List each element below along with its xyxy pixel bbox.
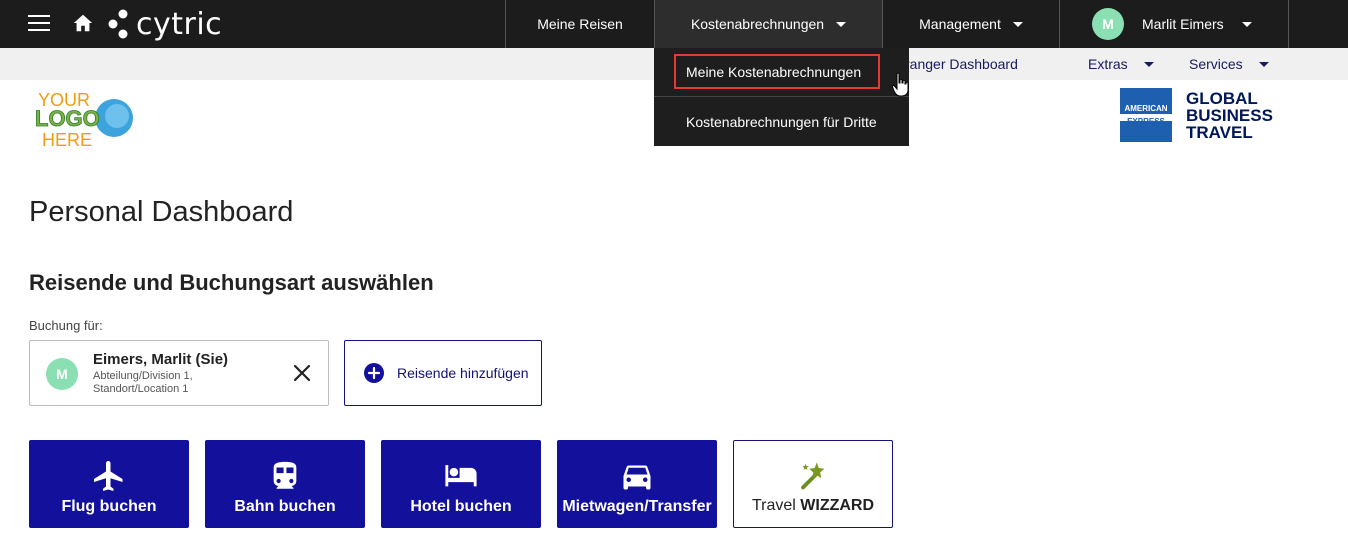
hand-cursor-icon xyxy=(892,72,909,97)
svg-text:LOGO: LOGO xyxy=(35,106,100,131)
train-icon xyxy=(273,461,297,489)
nav-management[interactable]: Management xyxy=(882,0,1059,48)
add-traveller-button[interactable]: Reisende hinzufügen xyxy=(344,340,542,406)
menu-item-label: Kostenabrechnungen für Dritte xyxy=(686,113,877,130)
travel-wizzard-label: Travel WIZZARD xyxy=(752,497,874,515)
traveller-details: Abteilung/Division 1, Standort/Location … xyxy=(93,370,193,396)
book-rail-tile[interactable]: Bahn buchen xyxy=(205,440,365,528)
plus-circle-icon xyxy=(364,363,384,383)
nav-meine-reisen[interactable]: Meine Reisen xyxy=(505,0,654,48)
chevron-down-icon xyxy=(1012,21,1023,27)
kostenabrechnungen-dropdown-menu: Meine Kostenabrechnungen Kostenabrechnun… xyxy=(654,48,909,146)
travel-wizzard-tile[interactable]: Travel WIZZARD xyxy=(733,440,893,528)
book-car-transfer-label: Mietwagen/Transfer xyxy=(562,498,712,515)
svg-text:HERE: HERE xyxy=(42,130,92,150)
svg-text:AMERICAN: AMERICAN xyxy=(1124,104,1167,113)
home-icon[interactable] xyxy=(72,12,94,34)
menu-item-label: Meine Kostenabrechnungen xyxy=(686,64,862,80)
chevron-down-icon xyxy=(1258,61,1269,67)
travel-wizzard-prefix: Travel xyxy=(751,497,796,514)
brand-name: cytric xyxy=(136,6,223,42)
svg-text:TRAVEL: TRAVEL xyxy=(1186,123,1253,142)
book-hotel-tile[interactable]: Hotel buchen xyxy=(381,440,541,528)
menu-item-meine-kostenabrechnungen[interactable]: Meine Kostenabrechnungen xyxy=(654,48,909,97)
car-icon xyxy=(623,465,651,490)
brand-logo[interactable]: cytric xyxy=(106,6,222,42)
nav-management-label: Management xyxy=(919,16,1001,32)
airplane-icon xyxy=(94,461,123,491)
book-flight-tile[interactable]: Flug buchen xyxy=(29,440,189,528)
nav-meine-reisen-label: Meine Reisen xyxy=(537,16,623,32)
booking-for-label: Buchung für: xyxy=(29,318,103,333)
close-icon[interactable] xyxy=(292,363,312,383)
traveller-name: Eimers, Marlit (Sie) xyxy=(93,351,229,368)
top-navigation-bar: cytric Meine Reisen Kostenabrechnungen M… xyxy=(0,0,1348,48)
subnav-extras-label: Extras xyxy=(1088,56,1128,72)
company-logo: YOUR LOGO HERE xyxy=(35,90,133,150)
avatar: M xyxy=(46,358,78,390)
section-title: Reisende und Buchungsart auswählen xyxy=(29,270,434,295)
subnav-extras[interactable]: Extras xyxy=(1088,48,1154,80)
book-hotel-label: Hotel buchen xyxy=(410,498,512,515)
chevron-down-icon xyxy=(1143,61,1154,67)
menu-item-kostenabrechnungen-fuer-dritte[interactable]: Kostenabrechnungen für Dritte xyxy=(654,97,909,146)
page-title: Personal Dashboard xyxy=(29,196,294,228)
amex-gbt-logo: AMERICAN EXPRESS GLOBAL BUSINESS TRAVEL xyxy=(1120,88,1273,142)
add-traveller-label: Reisende hinzufügen xyxy=(397,365,529,381)
brand-dots-icon xyxy=(108,9,128,39)
nav-kostenabrechnungen-label: Kostenabrechnungen xyxy=(690,16,825,32)
subnav-services-label: Services xyxy=(1189,56,1243,72)
selected-traveller-card: M Eimers, Marlit (Sie) Abteilung/Divisio… xyxy=(29,340,329,406)
user-name: Marlit Eimers xyxy=(1142,16,1224,32)
chevron-down-icon xyxy=(836,21,847,27)
avatar: M xyxy=(1092,8,1124,40)
nav-user-menu[interactable]: M Marlit Eimers xyxy=(1059,0,1289,48)
bed-icon xyxy=(445,465,477,487)
book-flight-label: Flug buchen xyxy=(61,498,157,515)
chevron-down-icon xyxy=(1241,21,1252,27)
book-rail-label: Bahn buchen xyxy=(234,498,336,515)
travel-wizzard-strong: WIZZARD xyxy=(800,497,875,514)
nav-kostenabrechnungen[interactable]: Kostenabrechnungen xyxy=(654,0,882,48)
book-car-transfer-tile[interactable]: Mietwagen/Transfer xyxy=(557,440,717,528)
traveller-department: Abteilung/Division 1, xyxy=(93,370,193,382)
magic-wand-icon xyxy=(801,462,825,490)
hamburger-menu-icon[interactable] xyxy=(28,15,50,33)
traveller-location: Standort/Location 1 xyxy=(93,383,189,395)
svg-text:EXPRESS: EXPRESS xyxy=(1127,117,1165,126)
subnav-services[interactable]: Services xyxy=(1189,48,1269,80)
